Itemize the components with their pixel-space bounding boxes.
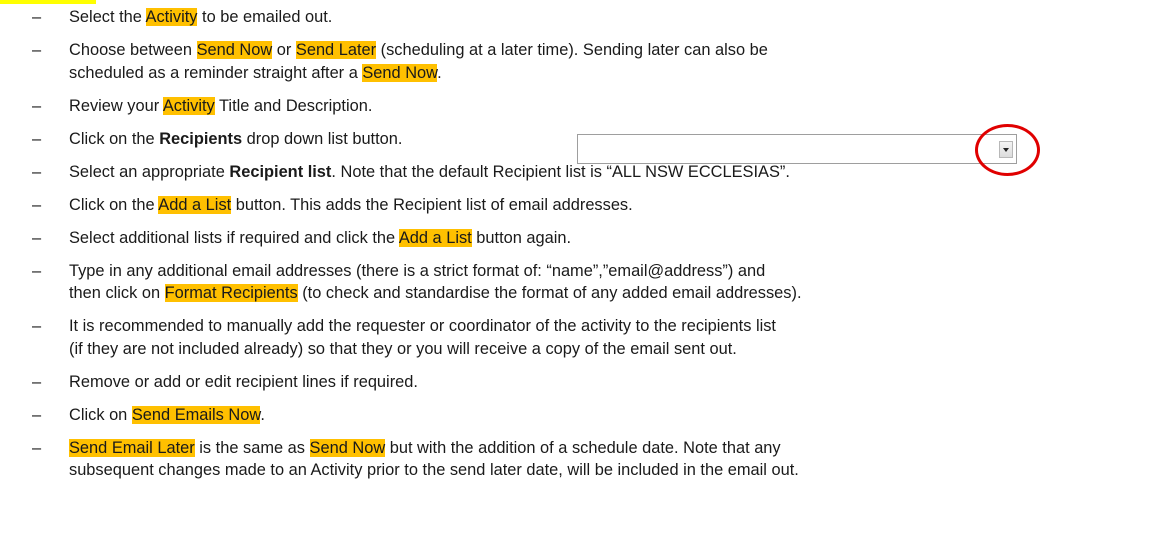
list-item: – Select additional lists if required an… [32,227,1167,250]
list-item: – Click on Send Emails Now. [32,404,1167,427]
highlight-send-email-later: Send Email Later [69,438,195,457]
highlight-add-a-list: Add a List [398,228,472,247]
bullet-dash: – [32,228,42,247]
list-item: – Send Email Later is the same as Send N… [32,438,799,479]
list-item: – Select the Activity to be emailed out. [32,6,1167,29]
highlight-send-later: Send Later [295,41,377,59]
bold-recipients: Recipients [159,129,243,148]
bullet-dash: – [32,438,42,457]
highlight-send-now: Send Now [309,438,386,457]
highlight-activity: Activity [145,8,198,26]
bullet-dash: – [32,8,42,26]
recipients-dropdown[interactable] [577,134,1017,164]
highlight-send-emails-now: Send Emails Now [131,405,261,424]
list-item: – It is recommended to manually add the … [32,317,776,358]
highlight-send-now: Send Now [196,41,273,59]
recipients-dropdown-illustration [577,124,1040,176]
list-item: – Choose between Send Now or Send Later … [32,41,768,82]
bullet-dash: – [32,195,42,214]
bullet-dash: – [32,129,42,148]
highlight-send-now: Send Now [362,63,438,82]
highlight-format-recipients: Format Recipients [164,284,298,302]
bullet-dash: – [32,372,42,391]
instruction-list: – Select the Activity to be emailed out.… [32,6,1167,482]
red-circle-annotation [975,124,1040,176]
bullet-dash: – [32,41,42,59]
highlight-activity: Activity [162,96,215,115]
highlight-add-a-list: Add a List [158,195,232,214]
list-item: – Remove or add or edit recipient lines … [32,371,1167,394]
bullet-dash: – [32,317,42,335]
list-item: – Click on the Add a List button. This a… [32,194,1167,217]
bullet-dash: – [32,405,42,424]
bullet-dash: – [32,261,42,280]
bold-recipient-list: Recipient list [229,162,332,181]
top-highlight-bar [0,0,96,4]
bullet-dash: – [32,162,42,181]
list-item: – Type in any additional email addresses… [32,261,802,302]
bullet-dash: – [32,96,42,115]
list-item: – Review your Activity Title and Descrip… [32,95,1167,118]
